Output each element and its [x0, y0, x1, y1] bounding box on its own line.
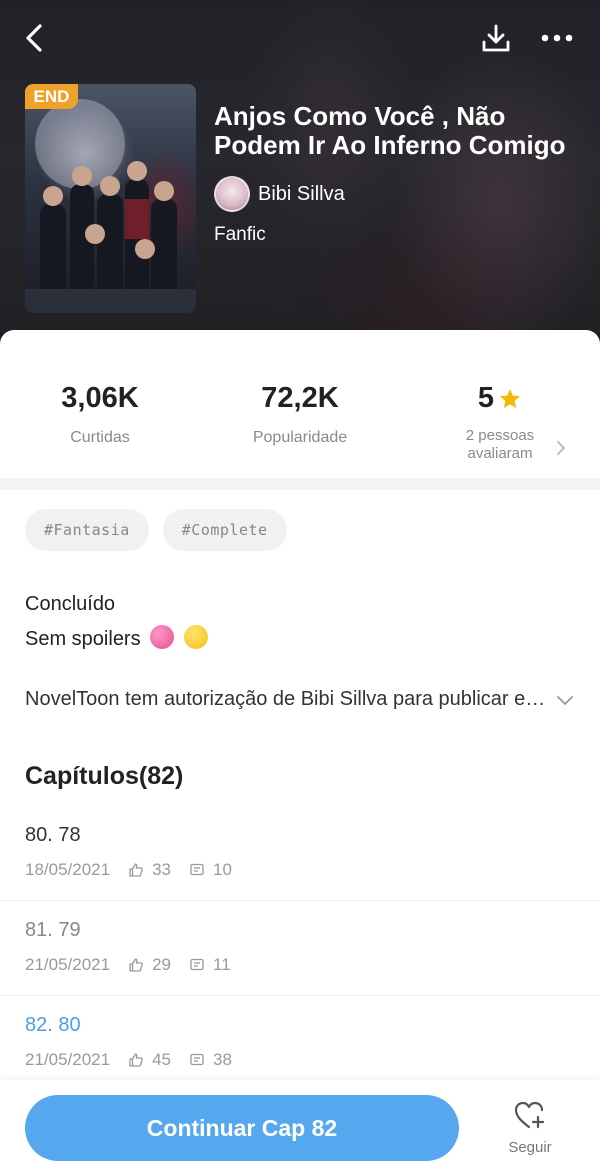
chapter-comments: 38: [213, 1050, 232, 1069]
likes-label: Curtidas: [70, 429, 130, 446]
chapter-title: 80. 78: [25, 824, 81, 846]
rating-label: 2 pessoas avaliaram: [465, 427, 535, 462]
chapter-likes: 45: [152, 1050, 172, 1069]
download-button[interactable]: [476, 18, 516, 58]
smiley-emoji: [183, 625, 208, 649]
chevron-right-icon[interactable]: [556, 440, 566, 456]
tag-fantasia[interactable]: #Fantasia: [25, 509, 149, 551]
chapter-row[interactable]: 80. 78 18/05/2021 33 10: [0, 806, 600, 901]
chapter-title: 81. 79: [25, 919, 81, 941]
chapter-meta: 21/05/2021 29 11: [25, 955, 231, 975]
rating-value: 5: [477, 382, 495, 414]
section-divider: [0, 478, 600, 490]
chapters-header[interactable]: Capítulos(82): [25, 762, 183, 791]
thumbs-up-icon: [128, 957, 144, 973]
chapter-row[interactable]: 81. 79 21/05/2021 29 11: [0, 901, 600, 996]
book-genre: Fanfic: [214, 224, 266, 245]
book-title: Anjos Como Você , Não Podem Ir Ao Infern…: [214, 102, 566, 160]
thumbs-up-icon: [128, 1052, 144, 1068]
chapter-title: 82. 80: [25, 1014, 81, 1036]
comment-icon: [189, 1052, 205, 1068]
author-name: Bibi Sillva: [258, 182, 345, 205]
thumbs-up-icon: [128, 862, 144, 878]
likes-value: 3,06K: [61, 382, 139, 414]
author-avatar: [214, 176, 250, 212]
author-row[interactable]: Bibi Sillva: [214, 176, 345, 212]
chapter-date: 21/05/2021: [25, 955, 111, 974]
follow-button[interactable]: Seguir: [500, 1100, 560, 1156]
rating-value-row: 5: [400, 382, 600, 415]
rating-stat[interactable]: 5 2 pessoas avaliaram: [400, 382, 600, 463]
chapter-likes: 33: [152, 860, 172, 879]
comment-icon: [189, 957, 205, 973]
chapter-likes: 29: [152, 955, 172, 974]
cover-artwork: [25, 99, 196, 313]
description: Sem spoilers: [25, 625, 208, 651]
chapter-meta: 21/05/2021 45 38: [25, 1050, 232, 1070]
tag-complete[interactable]: #Complete: [162, 509, 287, 551]
chapter-meta: 18/05/2021 33 10: [25, 860, 232, 880]
popularity-label: Popularidade: [252, 429, 348, 446]
popularity-value: 72,2K: [261, 382, 339, 414]
description-text: Sem spoilers: [25, 628, 141, 650]
comment-icon: [189, 862, 205, 878]
chapter-date: 21/05/2021: [25, 1050, 111, 1069]
popularity-stat: 72,2K Popularidade: [200, 382, 400, 447]
chapter-date: 18/05/2021: [25, 860, 111, 879]
status-text: Concluído: [25, 593, 116, 615]
continue-reading-button[interactable]: Continuar Cap 82: [25, 1095, 459, 1161]
chapter-comments: 11: [213, 955, 231, 974]
tags-row: #Fantasia #Complete: [25, 509, 287, 551]
heart-plus-icon: [514, 1101, 545, 1129]
follow-label: Seguir: [508, 1139, 552, 1156]
sparkling-heart-emoji: [150, 625, 175, 649]
more-icon: [541, 34, 573, 42]
back-button[interactable]: [14, 18, 54, 58]
chevron-left-icon: [26, 24, 42, 52]
chevron-down-icon[interactable]: [556, 694, 574, 706]
permission-text[interactable]: NovelToon tem autorização de Bibi Sillva…: [25, 688, 555, 711]
chapter-comments: 10: [213, 860, 232, 879]
star-icon: [500, 388, 521, 408]
likes-stat: 3,06K Curtidas: [0, 382, 200, 447]
book-cover: [25, 84, 196, 313]
more-options-button[interactable]: [537, 18, 577, 58]
stats-row: 3,06K Curtidas 72,2K Popularidade 5 2 pe…: [0, 382, 600, 482]
details-card: 3,06K Curtidas 72,2K Popularidade 5 2 pe…: [0, 330, 600, 1175]
end-badge: END: [25, 84, 78, 109]
bottom-action-bar: Continuar Cap 82 Seguir: [0, 1080, 600, 1175]
chapter-row[interactable]: 82. 80 21/05/2021 45 38: [0, 996, 600, 1091]
download-icon: [482, 24, 510, 52]
